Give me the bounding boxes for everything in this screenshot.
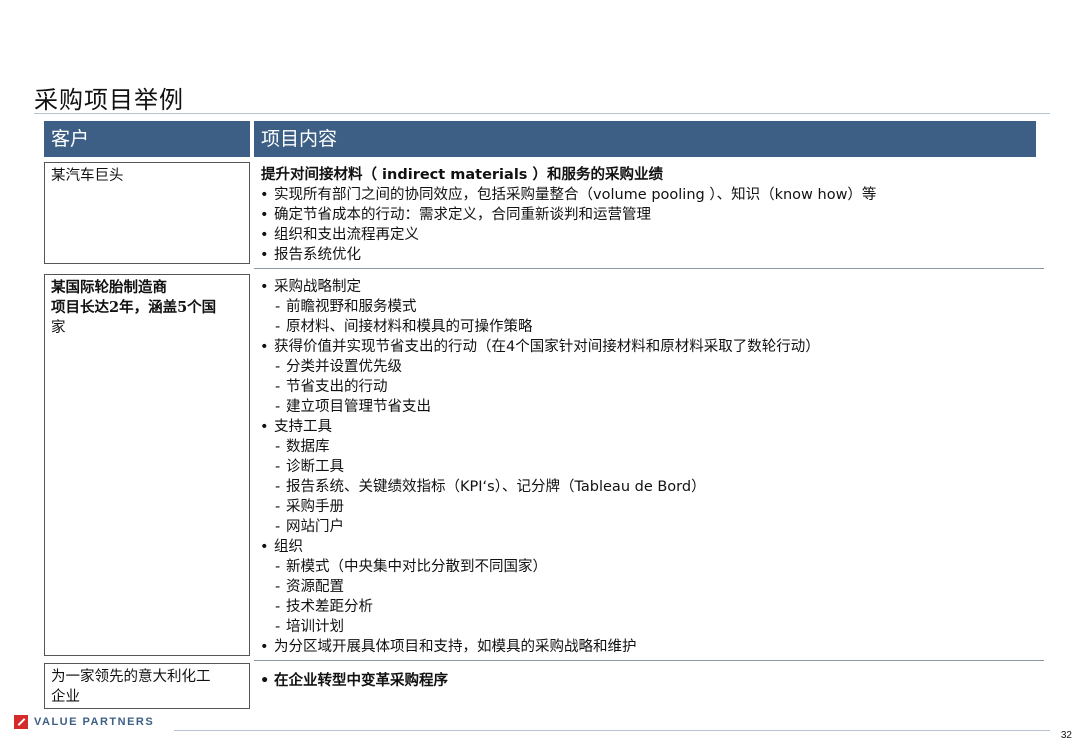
row-divider: [254, 268, 1044, 269]
sub-item: 节省支出的行动: [254, 377, 1044, 397]
sub-item: 分类并设置优先级: [254, 357, 1044, 377]
page-title: 采购项目举例: [34, 86, 184, 114]
client-cell-2: 某国际轮胎制造商 项目长达2年，涵盖5个国 家: [44, 274, 250, 656]
column-header-client: 客户: [44, 121, 250, 157]
bullet-item: 组织和支出流程再定义: [254, 225, 1044, 245]
row-heading: 提升对间接材料（ indirect materials ）和服务的采购业绩: [261, 167, 663, 183]
content-cell-1: 提升对间接材料（ indirect materials ）和服务的采购业绩 实现…: [254, 165, 1044, 265]
sub-item: 技术差距分析: [254, 597, 1044, 617]
sub-item: 前瞻视野和服务模式: [254, 297, 1044, 317]
column-header-content: 项目内容: [254, 121, 1036, 157]
content-cell-2: 采购战略制定 前瞻视野和服务模式 原材料、间接材料和模具的可操作策略 获得价值并…: [254, 277, 1044, 657]
sub-item: 原材料、间接材料和模具的可操作策略: [254, 317, 1044, 337]
bullet-item: 报告系统优化: [254, 245, 1044, 265]
bullet-item: 为分区域开展具体项目和支持，如模具的采购战略和维护: [254, 637, 1044, 657]
sub-item: 网站门户: [254, 517, 1044, 537]
bullet-item: 组织: [254, 537, 1044, 557]
sub-item: 采购手册: [254, 497, 1044, 517]
client-cell-1: 某汽车巨头: [44, 162, 250, 264]
client-line: 项目长达2年，涵盖5个国: [51, 299, 217, 316]
bullet-item: 在企业转型中变革采购程序: [254, 671, 1044, 691]
title-divider: [34, 113, 1050, 114]
bullet-item: 实现所有部门之间的协同效应，包括采购量整合（volume pooling ）、知…: [254, 185, 1044, 205]
sub-item: 数据库: [254, 437, 1044, 457]
bullet-item: 确定节省成本的行动：需求定义，合同重新谈判和运营管理: [254, 205, 1044, 225]
footer-divider: [174, 730, 1050, 731]
sub-item: 诊断工具: [254, 457, 1044, 477]
sub-item: 建立项目管理节省支出: [254, 397, 1044, 417]
company-logo: VALUE PARTNERS: [14, 714, 154, 730]
client-line: 为一家领先的意大利化工: [51, 669, 211, 685]
bullet-item: 采购战略制定: [254, 277, 1044, 297]
row-divider: [254, 660, 1044, 661]
sub-item: 资源配置: [254, 577, 1044, 597]
sub-item: 报告系统、关键绩效指标（KPI‘s）、记分牌（Tableau de Bord）: [254, 477, 1044, 497]
client-line: 某汽车巨头: [51, 168, 124, 184]
logo-mark-icon: [14, 715, 28, 729]
client-line: 企业: [51, 689, 80, 705]
client-line: 某国际轮胎制造商: [51, 279, 167, 296]
page-number: 32: [1060, 730, 1072, 741]
content-cell-3: 在企业转型中变革采购程序: [254, 671, 1044, 691]
bullet-item: 获得价值并实现节省支出的行动（在4个国家针对间接材料和原材料采取了数轮行动）: [254, 337, 1044, 357]
sub-item: 培训计划: [254, 617, 1044, 637]
bullet-item: 支持工具: [254, 417, 1044, 437]
logo-text: VALUE PARTNERS: [34, 716, 155, 728]
client-cell-3: 为一家领先的意大利化工 企业: [44, 663, 250, 709]
sub-item: 新模式（中央集中对比分散到不同国家）: [254, 557, 1044, 577]
client-line: 家: [51, 320, 66, 336]
